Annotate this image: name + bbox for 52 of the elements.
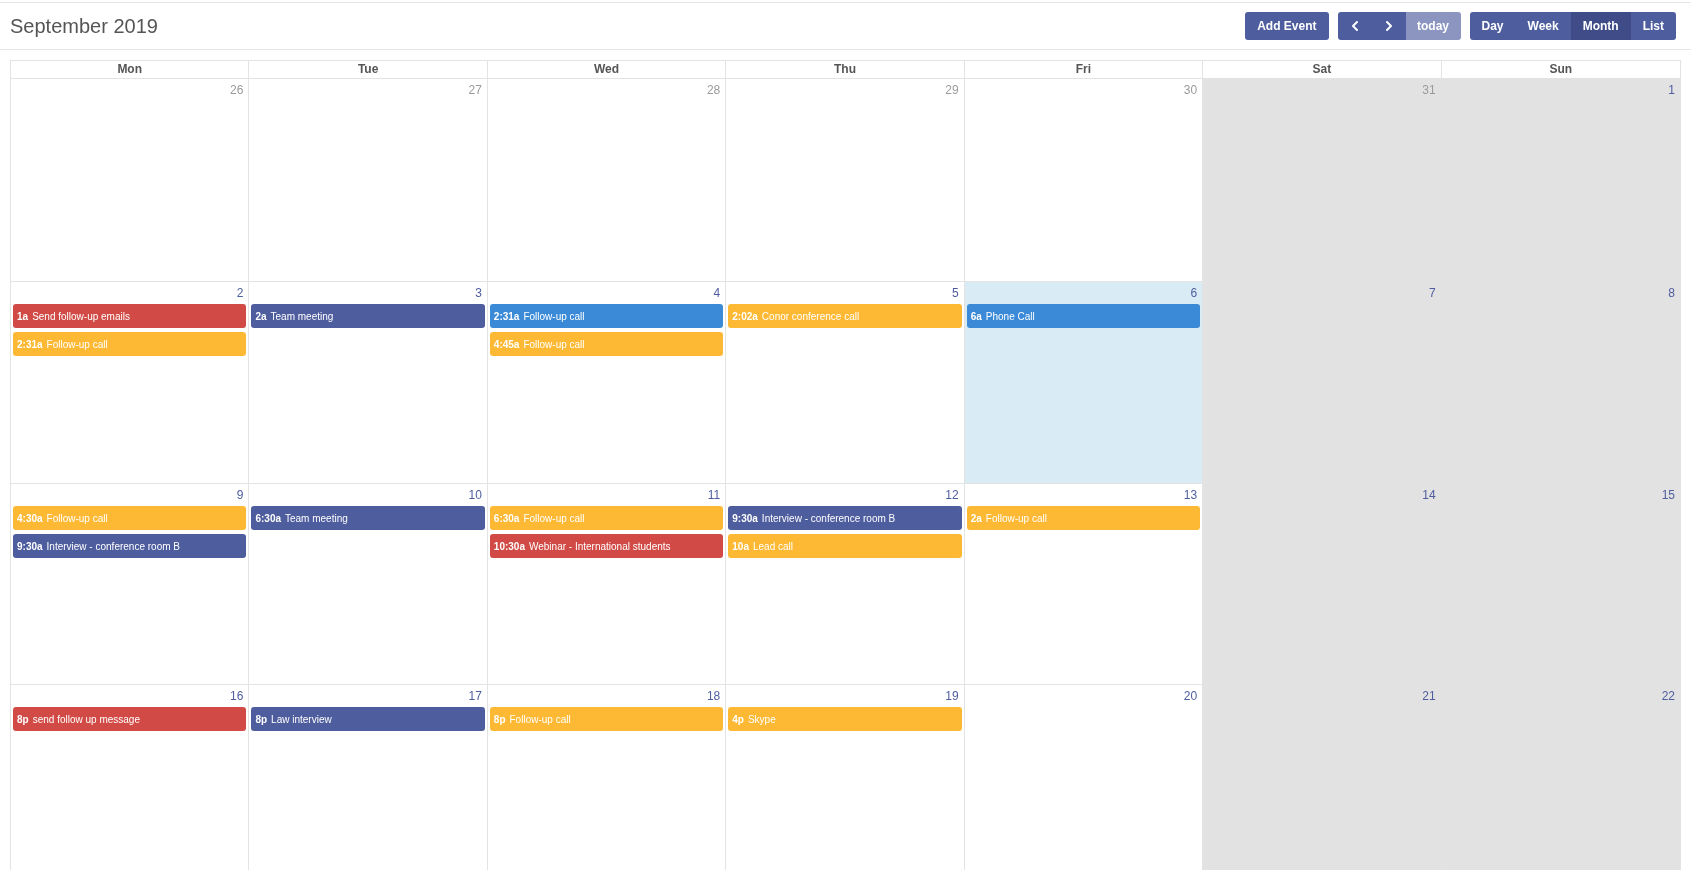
weekday-header: Mon xyxy=(11,61,250,78)
day-number[interactable]: 9 xyxy=(236,486,244,504)
day-number[interactable]: 13 xyxy=(1183,486,1198,504)
day-number[interactable]: 11 xyxy=(707,486,721,504)
calendar-event[interactable]: 8p Law interview xyxy=(251,707,485,731)
day-number[interactable]: 6 xyxy=(1190,284,1198,302)
next-button[interactable] xyxy=(1371,12,1406,40)
calendar-event[interactable]: 1a Send follow-up emails xyxy=(13,304,247,328)
day-number[interactable]: 14 xyxy=(1422,486,1436,504)
day-number[interactable]: 4 xyxy=(713,284,721,302)
previous-button[interactable] xyxy=(1337,12,1372,40)
day-number[interactable]: 28 xyxy=(706,81,721,99)
weekday-header: Sun xyxy=(1548,61,1574,78)
weekday-header: Sat xyxy=(1203,61,1442,78)
add-event-button[interactable]: Add Event xyxy=(1245,12,1329,40)
view-tab[interactable]: Month xyxy=(1570,12,1631,40)
day-number[interactable]: 20 xyxy=(1183,687,1198,705)
day-number[interactable]: 7 xyxy=(1428,284,1436,302)
day-number[interactable]: 22 xyxy=(1661,687,1675,705)
calendar-event[interactable]: 6a Phone Call xyxy=(966,304,1201,328)
calendar-event[interactable]: 9:30a Interview - conference room B xyxy=(728,506,962,530)
weekday-header: Thu xyxy=(726,61,965,78)
day-number[interactable]: 5 xyxy=(952,284,959,302)
view-tab[interactable]: List xyxy=(1630,12,1676,40)
day-number[interactable]: 12 xyxy=(945,486,959,504)
calendar-event[interactable]: 2a Team meeting xyxy=(251,304,485,328)
day-number[interactable]: 29 xyxy=(945,81,959,99)
view-tab[interactable]: Day xyxy=(1469,12,1516,40)
day-number[interactable]: 8 xyxy=(1668,284,1675,302)
day-number[interactable]: 1 xyxy=(1668,81,1675,99)
calendar-title: September 2019 xyxy=(10,14,158,39)
day-number[interactable]: 15 xyxy=(1661,486,1675,504)
calendar-event[interactable]: 8p send follow up message xyxy=(13,707,247,731)
weekday-header: Fri xyxy=(964,61,1204,78)
calendar-event[interactable]: 9:30a Interview - conference room B xyxy=(13,534,247,558)
view-tab[interactable]: Week xyxy=(1515,12,1571,40)
weekday-header: Wed xyxy=(487,61,727,78)
calendar-event[interactable]: 10:30a Webinar - International students xyxy=(489,534,724,558)
day-number[interactable]: 10 xyxy=(468,486,482,504)
day-number[interactable]: 26 xyxy=(230,81,244,99)
calendar-event[interactable]: 2:31a Follow-up call xyxy=(489,304,724,328)
day-number[interactable]: 21 xyxy=(1422,687,1436,705)
weekday-header: Tue xyxy=(249,61,488,78)
day-number[interactable]: 16 xyxy=(230,687,244,705)
day-number[interactable]: 18 xyxy=(706,687,721,705)
day-number[interactable]: 2 xyxy=(236,284,244,302)
calendar-event[interactable]: 6:30a Team meeting xyxy=(251,506,485,530)
day-number[interactable]: 17 xyxy=(468,687,482,705)
day-number[interactable]: 19 xyxy=(945,687,959,705)
day-number[interactable]: 3 xyxy=(475,284,482,302)
day-number[interactable]: 30 xyxy=(1183,81,1198,99)
day-number[interactable]: 27 xyxy=(468,81,482,99)
